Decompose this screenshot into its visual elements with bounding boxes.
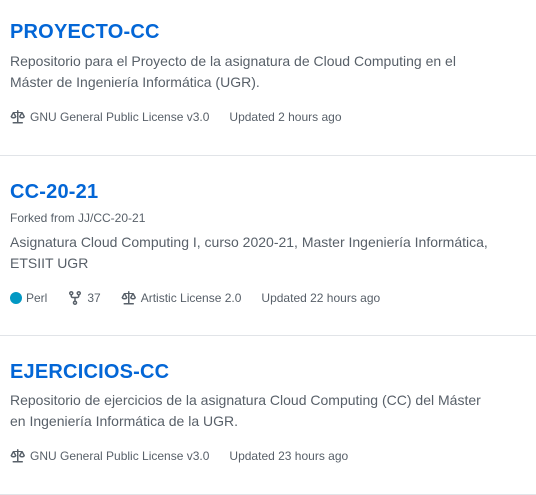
repo-description: Repositorio para el Proyecto de la asign… — [10, 53, 456, 90]
repo-language: Perl — [10, 290, 47, 306]
language-color-dot — [10, 292, 22, 304]
repo-item: PROYECTO-CC Repositorio para el Proyecto… — [0, 0, 536, 155]
repo-meta: GNU General Public License v3.0 Updated … — [10, 448, 536, 464]
forks-count: 37 — [87, 291, 101, 305]
repo-description: Repositorio de ejercicios de la asignatu… — [10, 392, 481, 429]
language-label: Perl — [26, 291, 48, 305]
license-label: GNU General Public License v3.0 — [30, 449, 210, 463]
repo-license: GNU General Public License v3.0 — [10, 109, 209, 125]
repo-name-link[interactable]: EJERCICIOS-CC — [10, 360, 169, 384]
license-label: GNU General Public License v3.0 — [30, 110, 210, 124]
repo-meta: GNU General Public License v3.0 Updated … — [10, 109, 536, 125]
law-icon — [10, 449, 25, 463]
updated-timestamp: Updated 23 hours ago — [229, 449, 349, 463]
license-label: Artistic License 2.0 — [140, 291, 242, 305]
updated-timestamp: Updated 2 hours ago — [229, 110, 342, 124]
repository-list: PROYECTO-CC Repositorio para el Proyecto… — [0, 0, 536, 495]
repo-item: CC-20-21 Forked from JJ/CC-20-21 Asignat… — [0, 155, 536, 335]
updated-timestamp: Updated 22 hours ago — [261, 291, 381, 305]
repo-item: EJERCICIOS-CC Repositorio de ejercicios … — [0, 335, 536, 495]
repo-forked-icon — [69, 290, 82, 306]
law-icon — [121, 291, 136, 305]
repo-license: GNU General Public License v3.0 — [10, 448, 209, 464]
repo-meta: Perl 37 Artistic License 2.0 Updated 22 … — [10, 290, 536, 306]
forks-link[interactable]: 37 — [67, 290, 101, 306]
repo-name-link[interactable]: PROYECTO-CC — [10, 20, 160, 44]
repo-name-link[interactable]: CC-20-21 — [10, 180, 98, 204]
repo-description: Asignatura Cloud Computing I, curso 2020… — [10, 234, 488, 271]
law-icon — [10, 110, 25, 124]
repo-license: Artistic License 2.0 — [121, 290, 242, 306]
forked-from-text: Forked from JJ/CC-20-21 — [10, 211, 146, 225]
